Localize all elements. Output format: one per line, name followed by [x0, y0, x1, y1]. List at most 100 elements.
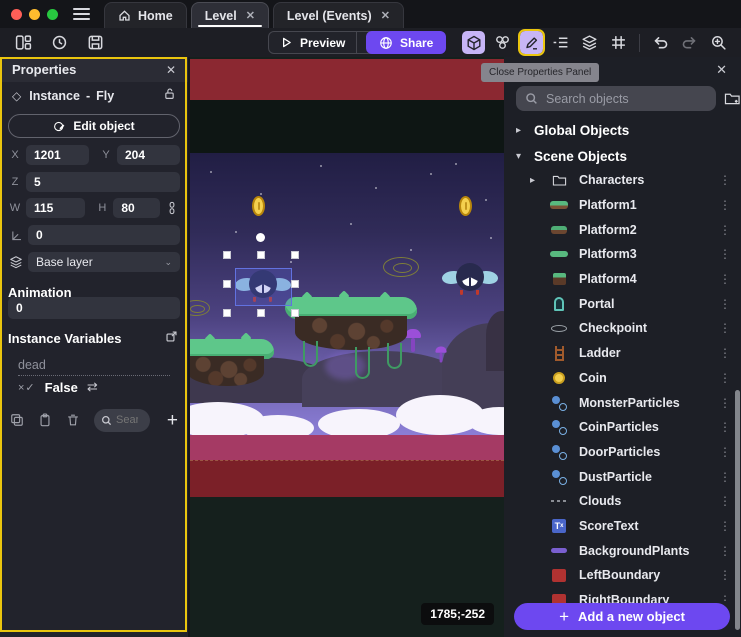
angle-input[interactable]	[28, 225, 180, 245]
scene-coin[interactable]	[459, 196, 472, 216]
edit-properties-icon[interactable]	[520, 31, 543, 54]
undo-icon[interactable]	[649, 31, 672, 54]
tab-home[interactable]: Home	[104, 2, 187, 28]
object-item-checkpoint[interactable]: Checkpoint⋮	[504, 316, 741, 341]
panels-layout-icon[interactable]	[12, 31, 35, 54]
scene-platform[interactable]	[285, 297, 417, 350]
height-input[interactable]	[113, 198, 160, 218]
kebab-menu-icon[interactable]: ⋮	[719, 371, 731, 385]
redo-icon[interactable]	[678, 31, 701, 54]
kebab-menu-icon[interactable]: ⋮	[719, 593, 731, 603]
animation-input[interactable]	[8, 297, 180, 319]
kebab-menu-icon[interactable]: ⋮	[719, 470, 731, 484]
object-item-platform4[interactable]: Platform4⋮	[504, 267, 741, 292]
swap-value-icon[interactable]: ⇄	[87, 379, 98, 395]
object-item-coin[interactable]: Coin⋮	[504, 366, 741, 391]
properties-close-icon[interactable]: ✕	[166, 63, 176, 77]
kebab-menu-icon[interactable]: ⋮	[719, 396, 731, 410]
y-input[interactable]	[117, 145, 180, 165]
object-item-doorparticles[interactable]: DoorParticles⋮	[504, 440, 741, 465]
variables-search[interactable]	[94, 409, 150, 432]
object-item-portal[interactable]: Portal⋮	[504, 291, 741, 316]
add-variable-button[interactable]: +	[167, 411, 178, 430]
rotation-handle[interactable]	[256, 233, 265, 242]
object-item-leftboundary[interactable]: LeftBoundary⋮	[504, 563, 741, 588]
trash-icon[interactable]	[66, 413, 80, 427]
hamburger-menu-icon[interactable]	[73, 8, 90, 20]
resize-handle[interactable]	[223, 309, 231, 317]
lock-ratio-icon[interactable]	[164, 201, 180, 215]
resize-handle[interactable]	[291, 280, 299, 288]
group-scene-objects[interactable]: ▾ Scene Objects	[504, 144, 741, 168]
x-input[interactable]	[26, 145, 89, 165]
share-button[interactable]: Share	[366, 31, 446, 54]
kebab-menu-icon[interactable]: ⋮	[719, 494, 731, 508]
object-item-platform3[interactable]: Platform3⋮	[504, 242, 741, 267]
object-item-characters[interactable]: ▸Characters⋮	[504, 168, 741, 193]
object-item-ladder[interactable]: Ladder⋮	[504, 341, 741, 366]
resize-handle[interactable]	[257, 251, 265, 259]
add-folder-icon[interactable]	[724, 91, 741, 106]
object-item-monsterparticles[interactable]: MonsterParticles⋮	[504, 390, 741, 415]
layer-select[interactable]: Base layer ⌄	[28, 252, 180, 272]
instances-list-icon[interactable]	[549, 31, 572, 54]
resize-handle[interactable]	[291, 251, 299, 259]
scrollbar-thumb[interactable]	[735, 390, 740, 630]
objects-search[interactable]	[516, 86, 716, 111]
objects-search-input[interactable]	[546, 92, 707, 106]
copy-icon[interactable]	[10, 413, 24, 427]
selection-box[interactable]	[235, 268, 292, 306]
edit-object-button[interactable]: Edit object	[8, 114, 180, 138]
object-item-rightboundary[interactable]: RightBoundary⋮	[504, 588, 741, 603]
kebab-menu-icon[interactable]: ⋮	[719, 445, 731, 459]
open-variables-icon[interactable]	[165, 330, 178, 348]
unlock-icon[interactable]	[163, 87, 176, 105]
kebab-menu-icon[interactable]: ⋮	[719, 420, 731, 434]
object-groups-icon[interactable]	[491, 31, 514, 54]
window-controls[interactable]	[11, 9, 58, 20]
grid-icon[interactable]	[607, 31, 630, 54]
width-input[interactable]	[26, 198, 85, 218]
delete-icon[interactable]	[736, 31, 741, 54]
scene-coin[interactable]	[252, 196, 265, 216]
variable-value[interactable]: False	[45, 380, 78, 395]
tab-level-events-close-icon[interactable]: ✕	[381, 9, 390, 22]
scene-cloud-outline[interactable]	[383, 257, 419, 277]
close-window-button[interactable]	[11, 9, 22, 20]
group-global-objects[interactable]: ▸ Global Objects	[504, 118, 741, 142]
objects-close-icon[interactable]: ✕	[716, 62, 727, 78]
object-item-platform1[interactable]: Platform1⋮	[504, 193, 741, 218]
object-item-clouds[interactable]: Clouds⋮	[504, 489, 741, 514]
kebab-menu-icon[interactable]: ⋮	[719, 297, 731, 311]
object-item-platform2[interactable]: Platform2⋮	[504, 217, 741, 242]
kebab-menu-icon[interactable]: ⋮	[719, 198, 731, 212]
kebab-menu-icon[interactable]: ⋮	[719, 321, 731, 335]
kebab-menu-icon[interactable]: ⋮	[719, 272, 731, 286]
kebab-menu-icon[interactable]: ⋮	[719, 544, 731, 558]
scene-platform[interactable]	[190, 339, 274, 386]
resize-handle[interactable]	[291, 309, 299, 317]
bottom-boundary[interactable]	[190, 460, 504, 497]
scene-canvas[interactable]: 1785;-252	[190, 57, 504, 637]
scene-fly[interactable]	[442, 262, 498, 298]
tab-level-events[interactable]: Level (Events) ✕	[273, 2, 404, 28]
resize-handle[interactable]	[257, 309, 265, 317]
history-icon[interactable]	[48, 31, 71, 54]
maximize-window-button[interactable]	[47, 9, 58, 20]
layers-icon[interactable]	[578, 31, 601, 54]
zoom-in-icon[interactable]	[707, 31, 730, 54]
object-item-backgroundplants[interactable]: BackgroundPlants⋮	[504, 538, 741, 563]
object-item-coinparticles[interactable]: CoinParticles⋮	[504, 415, 741, 440]
kebab-menu-icon[interactable]: ⋮	[719, 173, 731, 187]
save-icon[interactable]	[84, 31, 107, 54]
tab-level-close-icon[interactable]: ✕	[246, 9, 255, 22]
resize-handle[interactable]	[223, 280, 231, 288]
resize-handle[interactable]	[223, 251, 231, 259]
kebab-menu-icon[interactable]: ⋮	[719, 223, 731, 237]
paste-icon[interactable]	[38, 413, 52, 427]
variable-name[interactable]: dead	[18, 358, 170, 376]
kebab-menu-icon[interactable]: ⋮	[719, 247, 731, 261]
tab-level[interactable]: Level ✕	[191, 2, 269, 28]
variables-search-input[interactable]	[116, 414, 138, 426]
minimize-window-button[interactable]	[29, 9, 40, 20]
